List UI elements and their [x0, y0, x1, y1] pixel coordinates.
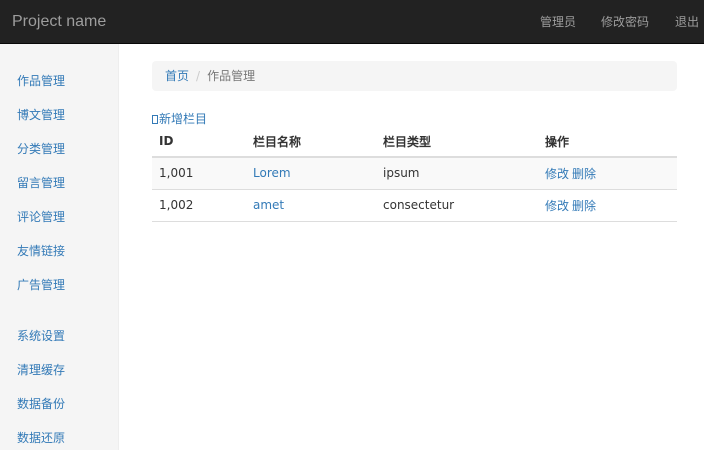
header-column-name: 栏目名称 [246, 126, 376, 158]
cell-id: 1,002 [152, 189, 246, 222]
breadcrumb-separator: / [196, 69, 201, 83]
sidebar-item-friend-links[interactable]: 友情链接 [17, 242, 65, 259]
brand-link[interactable]: Project name [12, 13, 106, 31]
edit-link[interactable]: 修改 [545, 199, 569, 213]
breadcrumb: 首页 / 作品管理 [152, 61, 677, 91]
header-id: ID [152, 126, 246, 158]
cell-type: ipsum [376, 157, 538, 190]
sidebar-item-messages[interactable]: 留言管理 [17, 174, 65, 191]
cell-id: 1,001 [152, 157, 246, 190]
top-navbar: Project name 管理员 修改密码 退出 [0, 0, 704, 44]
breadcrumb-home-link[interactable]: 首页 [165, 69, 189, 83]
admin-link[interactable]: 管理员 [540, 0, 576, 44]
add-icon [152, 115, 158, 124]
delete-link[interactable]: 删除 [572, 199, 596, 213]
edit-link[interactable]: 修改 [545, 167, 569, 181]
sidebar-item-system-settings[interactable]: 系统设置 [17, 327, 65, 344]
cell-name: Lorem [246, 157, 376, 190]
logout-link[interactable]: 退出 [675, 0, 699, 44]
sidebar-item-data-restore[interactable]: 数据还原 [17, 429, 65, 446]
cell-type: consectetur [376, 189, 538, 222]
sidebar-item-comments[interactable]: 评论管理 [17, 208, 65, 225]
sidebar-item-categories[interactable]: 分类管理 [17, 140, 65, 157]
sidebar-item-blog[interactable]: 博文管理 [17, 106, 65, 123]
header-actions: 操作 [538, 126, 677, 158]
add-column-label: 新增栏目 [159, 112, 208, 126]
table-row: 1,001 Lorem ipsum 修改 删除 [152, 157, 677, 190]
columns-table: ID 栏目名称 栏目类型 操作 1,001 Lorem ipsum 修改 删除 1… [152, 126, 677, 222]
change-password-link[interactable]: 修改密码 [601, 0, 649, 44]
table-row: 1,002 amet consectetur 修改 删除 [152, 189, 677, 222]
breadcrumb-current: 作品管理 [207, 69, 256, 83]
cell-name: amet [246, 189, 376, 222]
column-name-link[interactable]: amet [253, 198, 284, 212]
header-column-type: 栏目类型 [376, 126, 538, 158]
sidebar-item-ads[interactable]: 广告管理 [17, 276, 65, 293]
sidebar-item-clear-cache[interactable]: 清理缓存 [17, 361, 65, 378]
sidebar-item-data-backup[interactable]: 数据备份 [17, 395, 65, 412]
cell-actions: 修改 删除 [538, 189, 677, 222]
table-header-row: ID 栏目名称 栏目类型 操作 [152, 126, 677, 158]
sidebar-item-works[interactable]: 作品管理 [17, 72, 65, 89]
add-column-link[interactable]: 新增栏目 [152, 110, 207, 127]
sidebar: 作品管理 博文管理 分类管理 留言管理 评论管理 友情链接 广告管理 系统设置 … [0, 44, 119, 450]
cell-actions: 修改 删除 [538, 157, 677, 190]
delete-link[interactable]: 删除 [572, 167, 596, 181]
column-name-link[interactable]: Lorem [253, 166, 291, 180]
